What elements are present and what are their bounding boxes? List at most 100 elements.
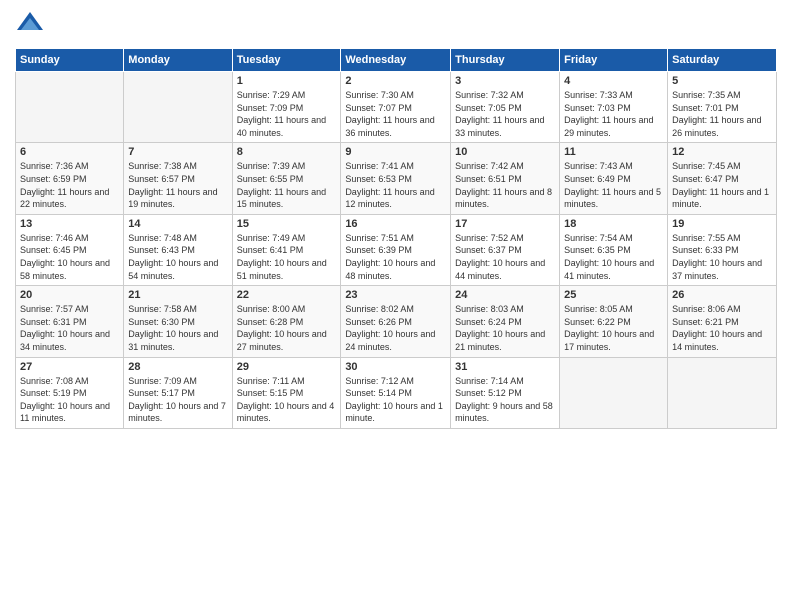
calendar-cell: 28 Sunrise: 7:09 AMSunset: 5:17 PMDayligh… bbox=[124, 357, 232, 428]
day-info: Sunrise: 7:58 AMSunset: 6:30 PMDaylight:… bbox=[128, 303, 227, 353]
day-info: Sunrise: 7:41 AMSunset: 6:53 PMDaylight:… bbox=[345, 160, 446, 210]
calendar-cell: 23 Sunrise: 8:02 AMSunset: 6:26 PMDayligh… bbox=[341, 286, 451, 357]
calendar-cell: 14 Sunrise: 7:48 AMSunset: 6:43 PMDayligh… bbox=[124, 214, 232, 285]
day-number: 20 bbox=[20, 289, 119, 301]
day-number: 10 bbox=[455, 146, 555, 158]
page-header bbox=[15, 10, 777, 40]
day-number: 22 bbox=[237, 289, 337, 301]
calendar-cell: 8 Sunrise: 7:39 AMSunset: 6:55 PMDaylight… bbox=[232, 143, 341, 214]
day-number: 2 bbox=[345, 75, 446, 87]
day-info: Sunrise: 7:29 AMSunset: 7:09 PMDaylight:… bbox=[237, 89, 337, 139]
day-info: Sunrise: 7:35 AMSunset: 7:01 PMDaylight:… bbox=[672, 89, 772, 139]
day-number: 28 bbox=[128, 361, 227, 373]
day-info: Sunrise: 7:39 AMSunset: 6:55 PMDaylight:… bbox=[237, 160, 337, 210]
day-of-week-header: Sunday bbox=[16, 49, 124, 72]
day-info: Sunrise: 7:52 AMSunset: 6:37 PMDaylight:… bbox=[455, 232, 555, 282]
day-info: Sunrise: 7:30 AMSunset: 7:07 PMDaylight:… bbox=[345, 89, 446, 139]
calendar-cell: 22 Sunrise: 8:00 AMSunset: 6:28 PMDayligh… bbox=[232, 286, 341, 357]
calendar-cell: 17 Sunrise: 7:52 AMSunset: 6:37 PMDayligh… bbox=[451, 214, 560, 285]
calendar-cell: 3Sunrise: 7:32 AMSunset: 7:05 PMDaylight… bbox=[451, 72, 560, 143]
day-info: Sunrise: 8:05 AMSunset: 6:22 PMDaylight:… bbox=[564, 303, 663, 353]
day-info: Sunrise: 7:43 AMSunset: 6:49 PMDaylight:… bbox=[564, 160, 663, 210]
day-number: 7 bbox=[128, 146, 227, 158]
day-number: 26 bbox=[672, 289, 772, 301]
day-number: 5 bbox=[672, 75, 772, 87]
day-info: Sunrise: 8:00 AMSunset: 6:28 PMDaylight:… bbox=[237, 303, 337, 353]
calendar-cell: 16Sunrise: 7:51 AMSunset: 6:39 PMDayligh… bbox=[341, 214, 451, 285]
calendar-cell: 24 Sunrise: 8:03 AMSunset: 6:24 PMDayligh… bbox=[451, 286, 560, 357]
day-number: 14 bbox=[128, 218, 227, 230]
calendar-cell: 9 Sunrise: 7:41 AMSunset: 6:53 PMDaylight… bbox=[341, 143, 451, 214]
calendar-cell: 25 Sunrise: 8:05 AMSunset: 6:22 PMDayligh… bbox=[560, 286, 668, 357]
calendar-cell: 26Sunrise: 8:06 AMSunset: 6:21 PMDayligh… bbox=[668, 286, 777, 357]
calendar-cell: 2 Sunrise: 7:30 AMSunset: 7:07 PMDaylight… bbox=[341, 72, 451, 143]
calendar-cell bbox=[16, 72, 124, 143]
day-number: 24 bbox=[455, 289, 555, 301]
day-of-week-header: Monday bbox=[124, 49, 232, 72]
calendar-cell: 12Sunrise: 7:45 AMSunset: 6:47 PMDayligh… bbox=[668, 143, 777, 214]
day-info: Sunrise: 8:02 AMSunset: 6:26 PMDaylight:… bbox=[345, 303, 446, 353]
calendar-week-row: 27 Sunrise: 7:08 AMSunset: 5:19 PMDayligh… bbox=[16, 357, 777, 428]
day-of-week-header: Thursday bbox=[451, 49, 560, 72]
calendar-cell: 11 Sunrise: 7:43 AMSunset: 6:49 PMDayligh… bbox=[560, 143, 668, 214]
day-info: Sunrise: 7:54 AMSunset: 6:35 PMDaylight:… bbox=[564, 232, 663, 282]
calendar-cell: 20 Sunrise: 7:57 AMSunset: 6:31 PMDayligh… bbox=[16, 286, 124, 357]
day-of-week-header: Wednesday bbox=[341, 49, 451, 72]
day-info: Sunrise: 8:03 AMSunset: 6:24 PMDaylight:… bbox=[455, 303, 555, 353]
day-of-week-header: Saturday bbox=[668, 49, 777, 72]
day-number: 1 bbox=[237, 75, 337, 87]
day-info: Sunrise: 7:11 AMSunset: 5:15 PMDaylight:… bbox=[237, 375, 337, 425]
day-info: Sunrise: 7:46 AMSunset: 6:45 PMDaylight:… bbox=[20, 232, 119, 282]
day-of-week-header: Tuesday bbox=[232, 49, 341, 72]
calendar-cell: 7 Sunrise: 7:38 AMSunset: 6:57 PMDaylight… bbox=[124, 143, 232, 214]
calendar-cell: 5 Sunrise: 7:35 AMSunset: 7:01 PMDaylight… bbox=[668, 72, 777, 143]
day-info: Sunrise: 7:55 AMSunset: 6:33 PMDaylight:… bbox=[672, 232, 772, 282]
calendar-week-row: 20 Sunrise: 7:57 AMSunset: 6:31 PMDayligh… bbox=[16, 286, 777, 357]
calendar-cell: 27 Sunrise: 7:08 AMSunset: 5:19 PMDayligh… bbox=[16, 357, 124, 428]
calendar-cell: 21 Sunrise: 7:58 AMSunset: 6:30 PMDayligh… bbox=[124, 286, 232, 357]
day-info: Sunrise: 7:49 AMSunset: 6:41 PMDaylight:… bbox=[237, 232, 337, 282]
day-number: 31 bbox=[455, 361, 555, 373]
day-number: 6 bbox=[20, 146, 119, 158]
calendar-cell: 31Sunrise: 7:14 AMSunset: 5:12 PMDayligh… bbox=[451, 357, 560, 428]
day-info: Sunrise: 7:48 AMSunset: 6:43 PMDaylight:… bbox=[128, 232, 227, 282]
day-number: 9 bbox=[345, 146, 446, 158]
logo-icon bbox=[15, 10, 45, 40]
day-number: 11 bbox=[564, 146, 663, 158]
day-number: 25 bbox=[564, 289, 663, 301]
calendar-cell: 30Sunrise: 7:12 AMSunset: 5:14 PMDayligh… bbox=[341, 357, 451, 428]
day-info: Sunrise: 7:33 AMSunset: 7:03 PMDaylight:… bbox=[564, 89, 663, 139]
calendar-table: SundayMondayTuesdayWednesdayThursdayFrid… bbox=[15, 48, 777, 429]
calendar-cell bbox=[124, 72, 232, 143]
day-number: 3 bbox=[455, 75, 555, 87]
calendar-cell: 29 Sunrise: 7:11 AMSunset: 5:15 PMDayligh… bbox=[232, 357, 341, 428]
day-number: 21 bbox=[128, 289, 227, 301]
calendar-week-row: 13Sunrise: 7:46 AMSunset: 6:45 PMDayligh… bbox=[16, 214, 777, 285]
day-number: 8 bbox=[237, 146, 337, 158]
calendar-cell: 1 Sunrise: 7:29 AMSunset: 7:09 PMDaylight… bbox=[232, 72, 341, 143]
day-number: 19 bbox=[672, 218, 772, 230]
day-info: Sunrise: 7:57 AMSunset: 6:31 PMDaylight:… bbox=[20, 303, 119, 353]
day-number: 17 bbox=[455, 218, 555, 230]
day-info: Sunrise: 7:09 AMSunset: 5:17 PMDaylight:… bbox=[128, 375, 227, 425]
calendar-cell bbox=[668, 357, 777, 428]
day-info: Sunrise: 7:38 AMSunset: 6:57 PMDaylight:… bbox=[128, 160, 227, 210]
day-info: Sunrise: 7:45 AMSunset: 6:47 PMDaylight:… bbox=[672, 160, 772, 210]
calendar-cell: 19 Sunrise: 7:55 AMSunset: 6:33 PMDayligh… bbox=[668, 214, 777, 285]
day-of-week-header: Friday bbox=[560, 49, 668, 72]
day-number: 23 bbox=[345, 289, 446, 301]
calendar-cell: 13Sunrise: 7:46 AMSunset: 6:45 PMDayligh… bbox=[16, 214, 124, 285]
day-number: 29 bbox=[237, 361, 337, 373]
day-number: 27 bbox=[20, 361, 119, 373]
calendar-cell: 15 Sunrise: 7:49 AMSunset: 6:41 PMDayligh… bbox=[232, 214, 341, 285]
day-number: 15 bbox=[237, 218, 337, 230]
calendar-week-row: 6Sunrise: 7:36 AMSunset: 6:59 PMDaylight… bbox=[16, 143, 777, 214]
day-info: Sunrise: 7:08 AMSunset: 5:19 PMDaylight:… bbox=[20, 375, 119, 425]
calendar-cell bbox=[560, 357, 668, 428]
day-number: 18 bbox=[564, 218, 663, 230]
calendar-cell: 18 Sunrise: 7:54 AMSunset: 6:35 PMDayligh… bbox=[560, 214, 668, 285]
day-number: 30 bbox=[345, 361, 446, 373]
calendar-cell: 6Sunrise: 7:36 AMSunset: 6:59 PMDaylight… bbox=[16, 143, 124, 214]
calendar-cell: 4Sunrise: 7:33 AMSunset: 7:03 PMDaylight… bbox=[560, 72, 668, 143]
day-info: Sunrise: 7:42 AMSunset: 6:51 PMDaylight:… bbox=[455, 160, 555, 210]
